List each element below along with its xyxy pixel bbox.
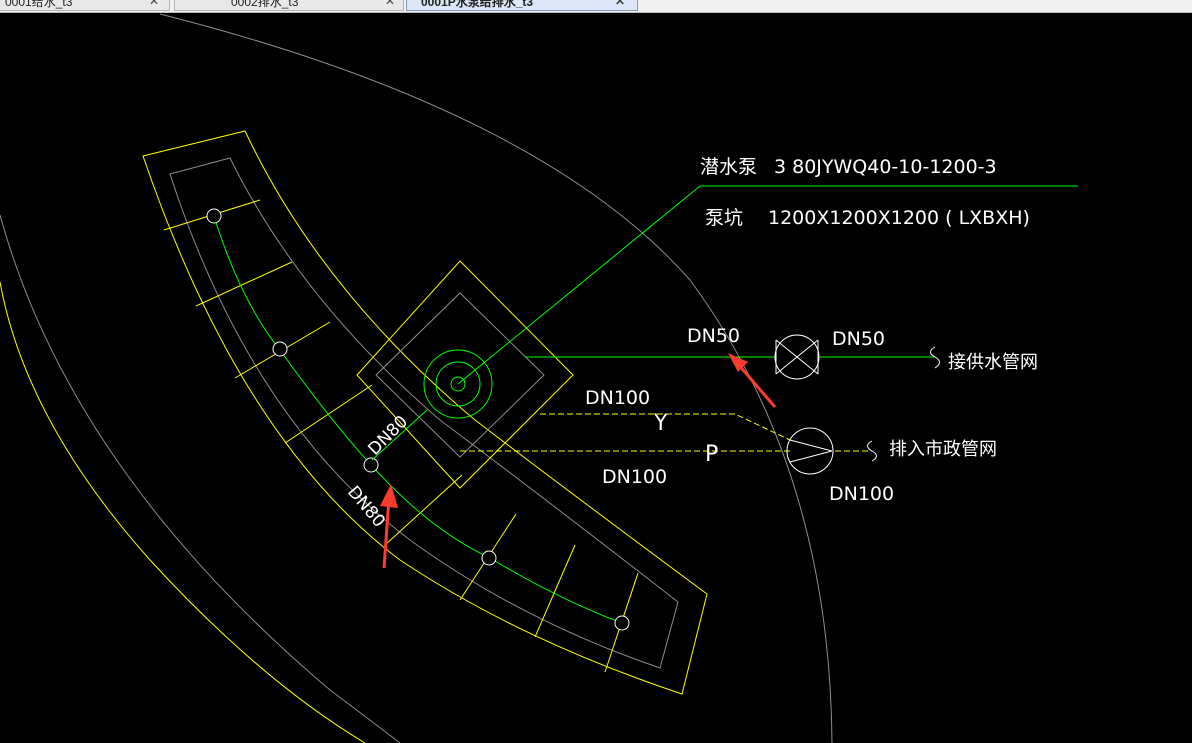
pit-spec: 1200X1200X1200 ( LXBXH): [768, 207, 1030, 229]
dn100-label-bottom: DN100: [602, 466, 667, 488]
pump-pit-outer: [356, 260, 574, 489]
site-boundary-arcs: [0, 13, 833, 743]
pit-label: 泵坑: [705, 207, 743, 229]
road-edge-curve: [0, 281, 366, 743]
y-line-label: Y: [653, 411, 668, 436]
drain-point: [206, 208, 222, 224]
cad-drawing-canvas[interactable]: 潜水泵 3 80JYWQ40-10-1200-3 泵坑 1200X1200X12…: [0, 13, 1192, 743]
close-icon[interactable]: ✕: [385, 0, 395, 8]
tab-label: 0001P水泵给排水_t3: [421, 0, 534, 9]
red-arrow-icon-dn80: [380, 484, 398, 569]
drain-pump-icon: [786, 427, 834, 475]
municipal-drain-label: 排入市政管网: [889, 439, 997, 460]
trench-drain-line: [213, 215, 623, 624]
dn100-label-top: DN100: [585, 387, 650, 409]
close-icon[interactable]: ✕: [149, 0, 159, 8]
pump-label: 潜水泵: [700, 156, 757, 178]
close-icon[interactable]: ✕: [615, 0, 625, 8]
drain-point: [363, 457, 379, 473]
drain-point: [614, 615, 630, 631]
pipe-end-symbol: [867, 440, 877, 462]
valve-icon: [774, 334, 820, 380]
tab-0001p-pump[interactable]: 0001P水泵给排水_t3 ✕: [406, 0, 638, 11]
boundary-arc-right: [159, 13, 833, 743]
tab-label: 0002排水_t3: [231, 0, 299, 9]
dn50-label-left: DN50: [687, 325, 740, 347]
boundary-arc-left: [0, 214, 401, 743]
red-arrow-icon-supply: [728, 353, 777, 408]
p-line-label: P: [705, 442, 718, 467]
tab-label: 0001给水_t3: [5, 0, 73, 9]
supply-network-label: 接供水管网: [948, 352, 1038, 373]
drain-point: [481, 550, 497, 566]
tab-0002-drainage[interactable]: 0002排水_t3 ✕: [174, 0, 404, 11]
trench-outline: [142, 130, 708, 695]
dn80-label-lower: DN80: [343, 482, 389, 531]
dn100-label-pump: DN100: [829, 483, 894, 505]
drain-point: [272, 341, 288, 357]
dn50-label-right: DN50: [832, 328, 885, 350]
document-tab-bar: 0001给水_t3 ✕ 0002排水_t3 ✕ 0001P水泵给排水_t3 ✕: [0, 0, 1192, 13]
pump-spec: 3 80JYWQ40-10-1200-3: [774, 156, 997, 178]
tab-0001-water-supply[interactable]: 0001给水_t3 ✕: [0, 0, 170, 11]
dn80-label-upper: DN80: [364, 412, 412, 460]
